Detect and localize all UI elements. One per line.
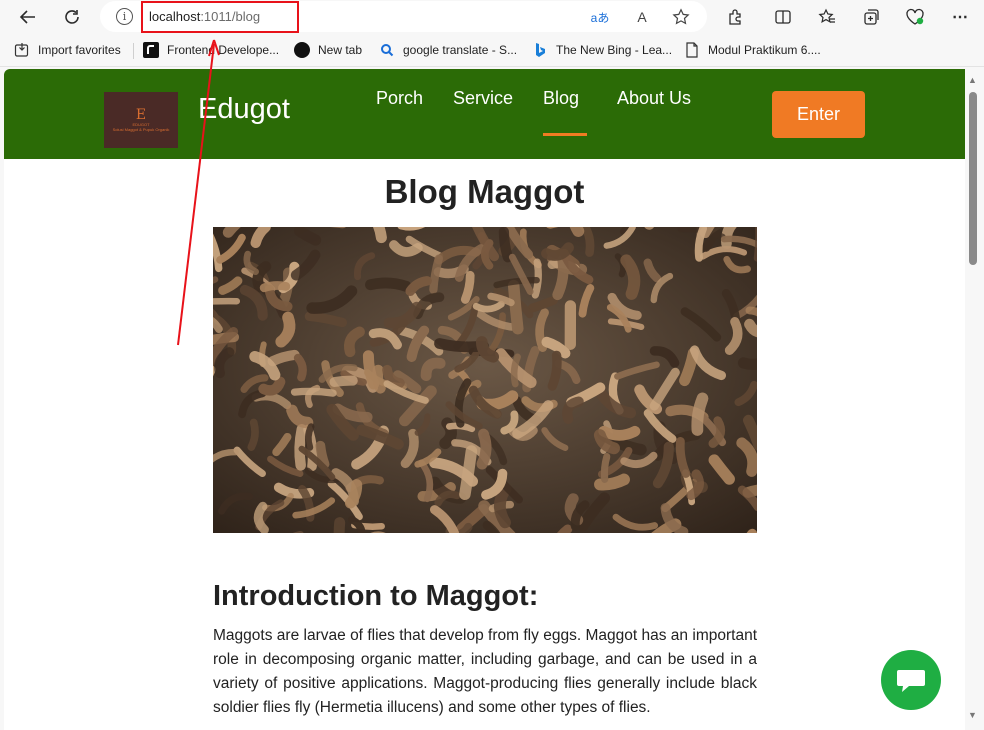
back-icon[interactable] — [14, 3, 42, 31]
favorite-modul[interactable]: Modul Praktikum 6.... — [684, 42, 821, 58]
larva-texture — [569, 227, 585, 237]
nav-service[interactable]: Service — [453, 88, 513, 109]
circle-icon — [294, 42, 310, 58]
nav-porch[interactable]: Porch — [376, 88, 423, 109]
larva-texture — [598, 425, 641, 441]
larva-texture — [293, 353, 307, 382]
page-viewport: E EDUGOT Solusi Maggot & Pupuk Organik E… — [4, 69, 965, 730]
site-info-icon[interactable]: i — [116, 8, 133, 25]
bing-icon — [532, 42, 548, 58]
brand-name[interactable]: Edugot — [198, 93, 290, 126]
larva-texture — [476, 428, 492, 470]
larva-texture — [694, 227, 707, 262]
more-options-icon[interactable]: ⋯ — [946, 3, 974, 31]
browser-window: i localhost:1011/blog aあ A ⋯ Import favo… — [0, 0, 984, 730]
favorite-bing[interactable]: The New Bing - Lea... — [532, 42, 672, 58]
read-aloud-icon[interactable]: A — [632, 7, 652, 27]
larva-texture — [600, 453, 611, 483]
intro-paragraph: Maggots are larvae of flies that develop… — [213, 627, 757, 716]
scroll-up-icon[interactable]: ▲ — [968, 75, 977, 85]
favorite-import[interactable]: Import favorites — [14, 42, 121, 58]
document-icon — [684, 42, 700, 58]
favorites-bar: Import favorites Frontend Develope... Ne… — [0, 34, 984, 67]
extensions-icon[interactable] — [721, 3, 749, 31]
larva-texture — [213, 297, 241, 305]
nav-about-us[interactable]: About Us — [617, 88, 691, 109]
url-highlight-annotation — [141, 1, 299, 33]
enter-button[interactable]: Enter — [772, 91, 865, 138]
larva-texture — [247, 418, 259, 451]
nav-blog[interactable]: Blog — [543, 88, 579, 109]
browser-essentials-icon[interactable] — [901, 3, 929, 31]
larva-texture — [259, 281, 291, 293]
larva-texture — [510, 353, 521, 388]
frontend-icon — [143, 42, 159, 58]
larva-texture — [333, 517, 346, 533]
section-title: Introduction to Maggot: — [213, 580, 539, 612]
favorite-frontend[interactable]: Frontend Develope... — [143, 42, 279, 58]
larva-texture — [267, 349, 300, 367]
chat-button[interactable] — [881, 650, 941, 710]
larva-texture — [498, 227, 513, 263]
maggot-photo — [213, 227, 757, 533]
favorite-google-translate[interactable]: google translate - S... — [379, 42, 517, 58]
larva-texture — [737, 357, 757, 370]
split-screen-icon[interactable] — [769, 3, 797, 31]
page-scrollbar[interactable]: ▲ ▼ — [965, 69, 984, 730]
scroll-thumb[interactable] — [969, 92, 977, 265]
scroll-down-icon[interactable]: ▼ — [968, 710, 977, 720]
larva-texture — [290, 387, 337, 397]
larva-texture — [552, 254, 569, 301]
favorites-separator — [133, 43, 134, 59]
larva-texture — [691, 392, 709, 436]
larva-texture — [365, 277, 412, 292]
larva-texture — [507, 279, 524, 335]
larva-texture — [547, 350, 562, 391]
larva-texture — [304, 423, 315, 451]
translate-icon[interactable]: aあ — [590, 7, 610, 27]
collections-icon[interactable] — [857, 3, 885, 31]
site-header: E EDUGOT Solusi Maggot & Pupuk Organik E… — [4, 69, 965, 159]
import-icon — [14, 42, 30, 58]
larva-texture — [344, 479, 363, 509]
site-logo[interactable]: E EDUGOT Solusi Maggot & Pupuk Organik — [104, 92, 178, 148]
favorite-star-icon[interactable] — [671, 7, 691, 27]
larva-texture — [744, 318, 757, 338]
larva-texture — [494, 483, 512, 529]
refresh-icon[interactable] — [58, 3, 86, 31]
favorite-new-tab[interactable]: New tab — [294, 42, 362, 58]
nav-active-indicator — [543, 133, 587, 136]
larva-texture — [213, 276, 219, 284]
larva-texture — [460, 270, 475, 304]
larva-texture — [329, 375, 358, 387]
larva-texture — [362, 350, 380, 390]
chat-bubble-icon — [897, 670, 925, 692]
page-title: Blog Maggot — [384, 173, 585, 210]
favorites-icon[interactable] — [813, 3, 841, 31]
search-icon — [379, 42, 395, 58]
